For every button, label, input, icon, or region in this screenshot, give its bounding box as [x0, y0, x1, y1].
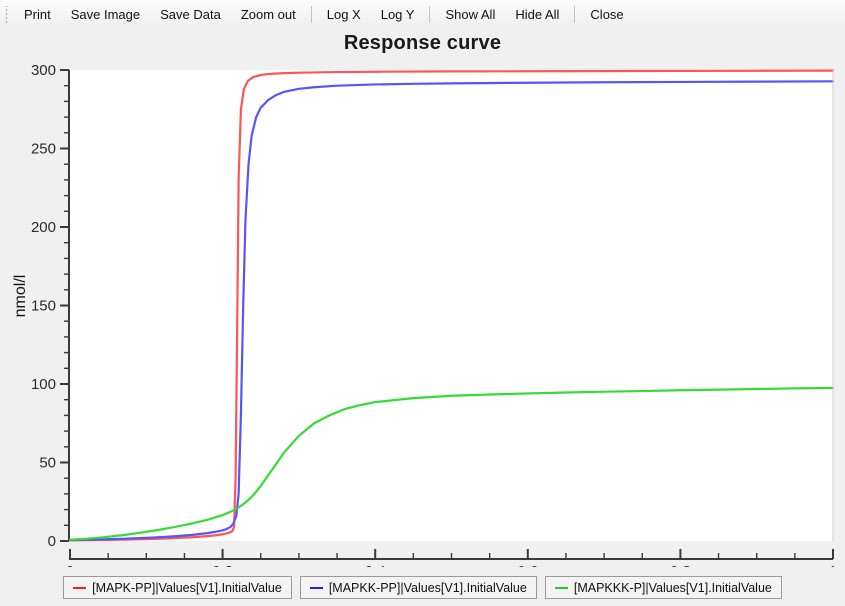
y-axis-tick-label: 250 — [31, 141, 56, 158]
save-image-button[interactable]: Save Image — [62, 3, 149, 26]
y-axis-tick-label: 100 — [31, 376, 56, 393]
legend: [MAPK-PP]|Values[V1].InitialValue [MAPKK-… — [0, 567, 845, 606]
plot-window: Print Save Image Save Data Zoom out Log X Log… — [0, 0, 845, 606]
zoom-out-button[interactable]: Zoom out — [232, 3, 305, 26]
y-axis-tick-label: 200 — [31, 219, 56, 236]
legend-item[interactable]: [MAPK-PP]|Values[V1].InitialValue — [63, 576, 292, 599]
chart-canvas[interactable]: 05010015020025030000.20.40.60.81 — [0, 29, 845, 567]
legend-item[interactable]: [MAPKK-PP]|Values[V1].InitialValue — [299, 576, 537, 599]
y-axis-tick-label: 50 — [39, 455, 56, 472]
legend-color-swatch — [309, 586, 323, 589]
toolbar-separator — [310, 6, 312, 23]
legend-item[interactable]: [MAPKKK-P]|Values[V1].InitialValue — [544, 576, 782, 599]
log-y-button[interactable]: Log Y — [372, 3, 424, 26]
toolbar-separator — [574, 6, 576, 23]
print-button[interactable]: Print — [15, 3, 60, 26]
close-button[interactable]: Close — [581, 3, 632, 26]
chart-svg[interactable]: 05010015020025030000.20.40.60.81 — [0, 29, 845, 567]
y-axis-tick-label: 300 — [31, 62, 56, 79]
legend-item-label: [MAPK-PP]|Values[V1].InitialValue — [92, 580, 282, 595]
toolbar-grip-icon[interactable] — [3, 5, 12, 24]
toolbar-separator — [429, 6, 431, 23]
save-data-button[interactable]: Save Data — [151, 3, 230, 26]
show-all-button[interactable]: Show All — [436, 3, 504, 26]
hide-all-button[interactable]: Hide All — [506, 3, 568, 26]
plot-background — [70, 70, 833, 541]
y-axis-tick-label: 0 — [48, 533, 56, 550]
legend-item-label: [MAPKKK-P]|Values[V1].InitialValue — [573, 580, 772, 595]
plot-area: Response curve nmol/l 0 50 100 150 200 250 300… — [0, 29, 845, 567]
legend-color-swatch — [73, 586, 87, 589]
toolbar: Print Save Image Save Data Zoom out Log X Log… — [0, 0, 845, 30]
y-axis-tick-label: 150 — [31, 298, 56, 315]
legend-item-label: [MAPKK-PP]|Values[V1].InitialValue — [328, 580, 527, 595]
log-x-button[interactable]: Log X — [318, 3, 370, 26]
legend-color-swatch — [554, 586, 568, 589]
